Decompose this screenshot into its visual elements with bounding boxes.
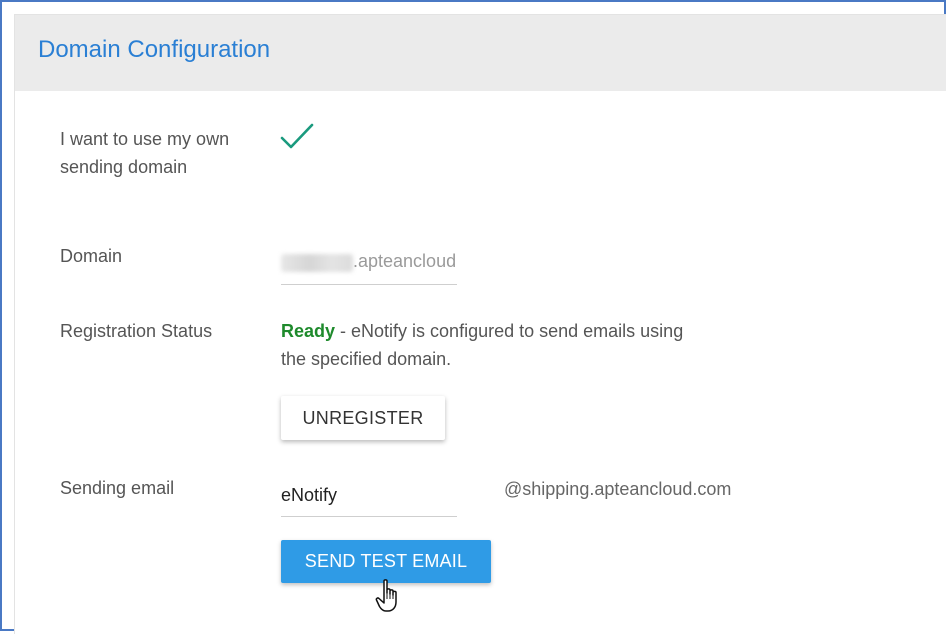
panel-header: Domain Configuration (15, 15, 946, 91)
status-badge: Ready (281, 321, 336, 341)
unregister-button[interactable]: UNREGISTER (281, 396, 445, 440)
domain-redacted-part (281, 254, 353, 272)
check-icon[interactable] (280, 123, 314, 151)
registration-status-text: Ready - eNotify is configured to send em… (281, 317, 701, 373)
domain-suffix: .apteancloud (353, 251, 457, 271)
window-frame: Domain Configuration I want to use my ow… (0, 0, 946, 634)
sending-email-label: Sending email (60, 478, 175, 498)
own-domain-label: I want to use my own sending domain (60, 129, 230, 177)
registration-status-label: Registration Status (60, 321, 213, 341)
sending-email-input[interactable] (281, 480, 457, 510)
hand-pointer-icon (375, 579, 397, 612)
domain-configuration-panel: Domain Configuration I want to use my ow… (14, 14, 946, 634)
sending-email-field[interactable] (281, 476, 457, 517)
send-test-email-button[interactable]: SEND TEST EMAIL (281, 540, 491, 583)
domain-field[interactable]: .apteancloud (281, 244, 457, 285)
sending-email-domain: @shipping.apteancloud.com (504, 479, 732, 499)
panel-title: Domain Configuration (38, 36, 271, 63)
status-message: - eNotify is configured to send emails u… (281, 321, 684, 369)
domain-label: Domain (60, 246, 123, 266)
